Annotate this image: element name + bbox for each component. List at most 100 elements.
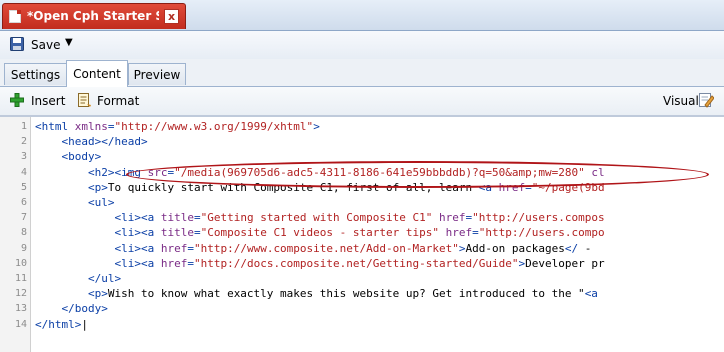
code-token: <li><a — [114, 211, 161, 225]
code-token: <li><a — [114, 241, 161, 255]
code-line[interactable]: <li><a title="Composite C1 videos - star… — [35, 225, 605, 240]
code-token: cl — [591, 165, 605, 179]
code-token: Developer pr — [525, 256, 605, 270]
code-token: title — [160, 226, 194, 240]
code-token: href — [498, 180, 526, 194]
code-token: <p> — [87, 287, 108, 301]
code-token: > — [458, 241, 466, 255]
line-number: 8 — [20, 227, 27, 239]
code-token: = — [107, 120, 115, 133]
code-token: <head></head> — [61, 135, 148, 149]
tab-content[interactable]: Content — [66, 60, 128, 87]
code-token: "http://www.composite.net/Add-on-Market" — [193, 241, 459, 255]
code-token: "http://docs.composite.net/Getting-start… — [193, 256, 519, 270]
code-token: src — [147, 165, 168, 179]
code-token: </html> — [35, 317, 82, 331]
tab-preview[interactable]: Preview — [128, 63, 186, 85]
code-line[interactable]: <ul> — [35, 195, 115, 210]
line-number: 4 — [20, 166, 27, 178]
code-line[interactable]: <html xmlns="http://www.w3.org/1999/xhtm… — [35, 119, 320, 134]
format-icon[interactable] — [77, 92, 91, 108]
code-token: Add-on packages — [465, 241, 565, 255]
code-token: <li><a — [114, 226, 161, 240]
plus-icon[interactable] — [10, 93, 24, 107]
document-tab[interactable]: *Open Cph Starter S x — [2, 3, 186, 29]
line-number: 13 — [14, 303, 27, 315]
code-token: "http://users.compo — [478, 226, 605, 240]
code-token: = — [193, 226, 201, 240]
code-line[interactable]: </body> — [35, 301, 108, 316]
code-token: Wish to know what exactly makes this web… — [107, 287, 585, 301]
close-icon[interactable]: x — [164, 9, 179, 24]
code-line[interactable]: <h2><img src="/media(969705d6-adc5-4311-… — [35, 165, 605, 180]
document-tab-strip: *Open Cph Starter S x — [0, 0, 724, 31]
line-number: 1 — [20, 121, 27, 132]
code-line[interactable]: <body> — [35, 149, 102, 164]
code-line[interactable]: <li><a href="http://www.composite.net/Ad… — [35, 241, 591, 256]
code-token: href — [439, 211, 466, 225]
code-line[interactable]: <p>Wish to know what exactly makes this … — [35, 286, 598, 301]
code-token: href — [160, 241, 188, 255]
code-token: "http://users.compos — [472, 211, 605, 225]
code-token: To quickly start with Composite C1, firs… — [107, 180, 479, 194]
line-number: 2 — [20, 136, 27, 148]
format-button[interactable]: Format — [97, 94, 139, 108]
code-token: <img — [114, 165, 148, 179]
code-token: "Composite C1 videos - starter tips" — [200, 226, 440, 240]
tab-settings[interactable]: Settings — [4, 63, 67, 85]
code-line[interactable]: <head></head> — [35, 134, 148, 149]
code-token: </body> — [61, 302, 108, 316]
save-dropdown-icon[interactable]: ▼ — [65, 37, 73, 48]
code-line[interactable]: </ul> — [35, 271, 121, 286]
code-token: = — [187, 256, 194, 270]
line-number: 10 — [14, 257, 27, 269]
code-token: = — [472, 226, 479, 240]
visual-edit-icon[interactable] — [699, 92, 714, 108]
code-token: <a — [478, 180, 499, 194]
line-number: 11 — [14, 273, 27, 284]
code-token: </ul> — [87, 272, 122, 285]
line-number: 14 — [14, 318, 27, 330]
insert-button[interactable]: Insert — [31, 94, 65, 108]
code-token: <li><a — [114, 256, 161, 270]
code-line[interactable]: <p>To quickly start with Composite C1, f… — [35, 180, 605, 195]
code-token: - — [578, 241, 592, 255]
code-token: <p> — [87, 180, 108, 194]
code-token: = — [193, 211, 201, 225]
code-token: "http://www.w3.org/1999/xhtml" — [114, 120, 314, 133]
code-token: "Getting started with Composite C1" — [200, 211, 433, 225]
code-line[interactable]: <li><a title="Getting started with Compo… — [35, 210, 605, 225]
code-token: "~/page(9bd — [531, 180, 605, 194]
code-line[interactable]: <li><a href="http://docs.composite.net/G… — [35, 256, 605, 271]
code-token: <a — [584, 287, 598, 301]
line-number: 6 — [20, 197, 27, 208]
line-number: 5 — [20, 181, 27, 193]
code-token: > — [313, 120, 320, 133]
code-token: <ul> — [87, 196, 115, 209]
floppy-disk-icon[interactable] — [10, 37, 24, 51]
code-token: href — [445, 226, 473, 240]
code-token: </ — [564, 241, 579, 255]
save-button[interactable]: Save — [31, 38, 60, 52]
document-icon — [9, 10, 21, 23]
code-token: = — [525, 180, 532, 194]
code-token: = — [187, 241, 194, 255]
code-line[interactable]: </html>| — [35, 317, 88, 332]
document-tab-title: *Open Cph Starter S — [27, 9, 159, 23]
visual-button[interactable]: Visual — [663, 94, 699, 108]
code-token: href — [160, 256, 188, 270]
code-token: <h2> — [87, 165, 115, 179]
code-token: xmlns — [74, 120, 108, 133]
line-number: 3 — [20, 151, 27, 163]
line-number: 12 — [14, 288, 27, 300]
code-token: "/media(969705d6-adc5-4311-8186-641e59bb… — [174, 165, 585, 179]
